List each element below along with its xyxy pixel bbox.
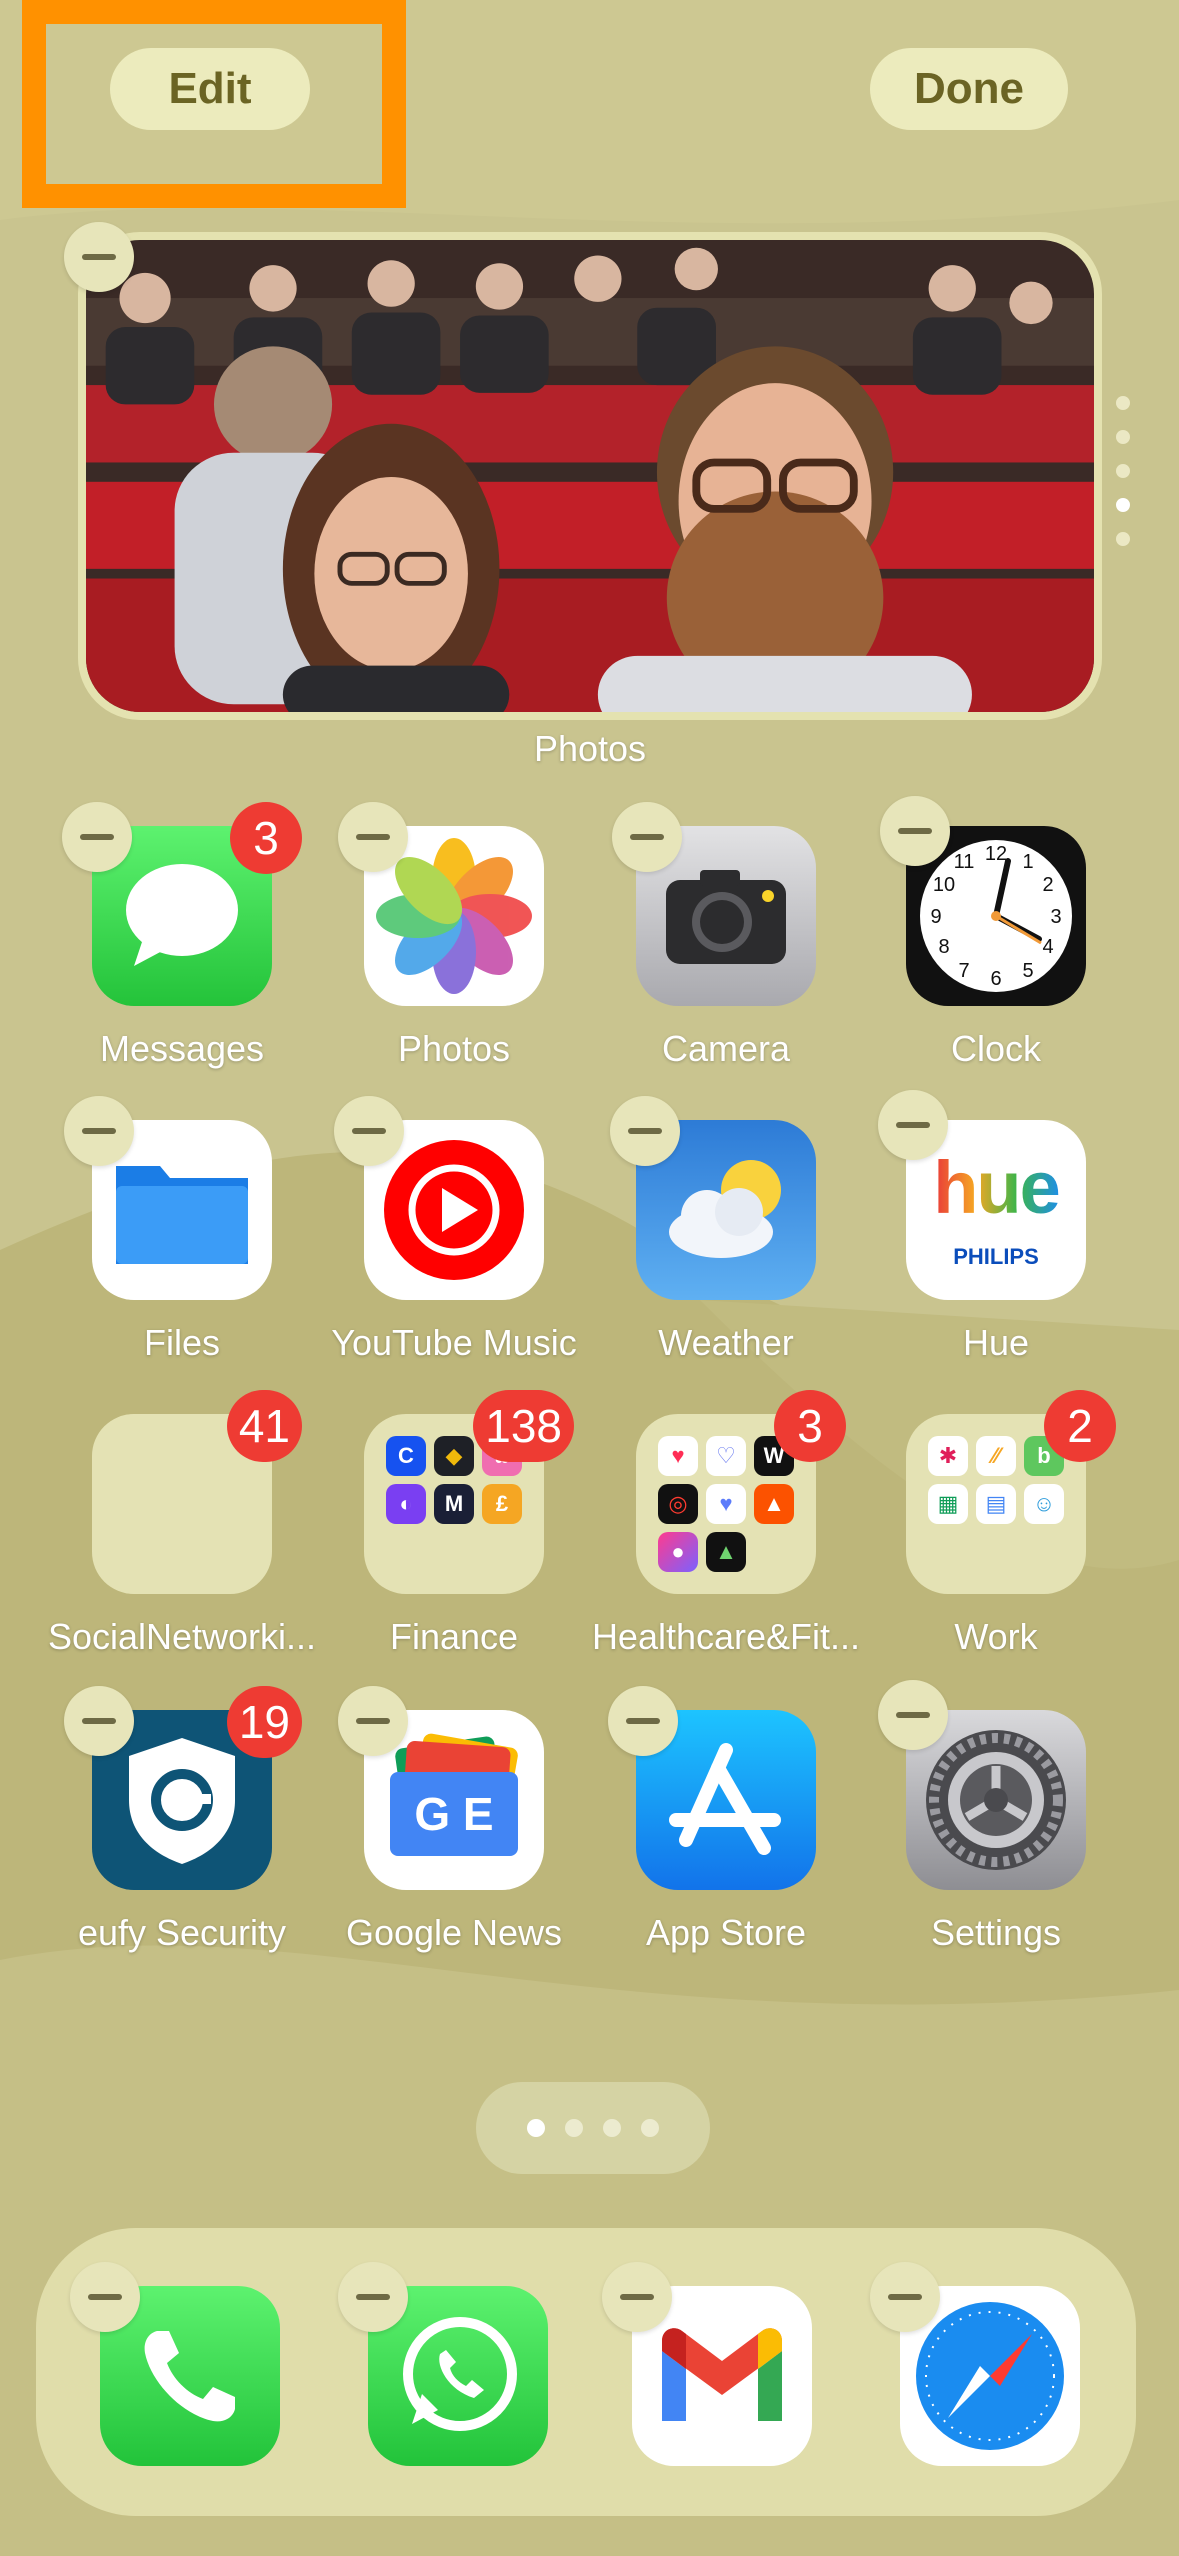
people-mini-icon: ☺ [1024, 1484, 1064, 1524]
app-weather[interactable]: Weather [610, 1096, 816, 1363]
money-mini-icon: ◐ [386, 1484, 426, 1524]
folder-social-networking[interactable]: 41 SocialNetworki... [48, 1390, 316, 1657]
sheets-mini-icon: ▦ [928, 1484, 968, 1524]
page-dot [603, 2119, 621, 2137]
hue-wordmark: hue [933, 1145, 1061, 1229]
dock-whatsapp[interactable] [338, 2262, 548, 2466]
run-mini-icon: ▲ [706, 1532, 746, 1572]
fitness-mini-icon: ● [658, 1532, 698, 1572]
activity-mini-icon: ◎ [658, 1484, 698, 1524]
widget-stack-indicator [1116, 396, 1130, 546]
clock-number: 10 [933, 874, 955, 896]
clock-number: 9 [930, 906, 941, 928]
photos-widget[interactable] [78, 232, 1102, 720]
page-dot-active [527, 2119, 545, 2137]
folder-finance[interactable]: C ◆ ✿ ◐ M £ 138 Finance [364, 1390, 574, 1657]
remove-app-button[interactable] [610, 1096, 680, 1166]
app-settings[interactable]: Settings [878, 1680, 1086, 1953]
remove-app-button[interactable] [338, 2262, 408, 2332]
clock-number: 11 [954, 851, 975, 873]
dock-phone[interactable] [70, 2262, 280, 2466]
strava-mini-icon: ▲ [754, 1484, 794, 1524]
coinbase-mini-icon: C [386, 1436, 426, 1476]
remove-app-button[interactable] [870, 2262, 940, 2332]
remove-app-button[interactable] [338, 1686, 408, 1756]
clock-number: 12 [985, 843, 1007, 865]
stack-dot-active [1116, 498, 1130, 512]
app-eufy-security[interactable]: 19 eufy Security [64, 1686, 302, 1953]
stack-dot [1116, 464, 1130, 478]
remove-app-button[interactable] [62, 802, 132, 872]
pound-mini-icon: £ [482, 1484, 522, 1524]
clock-number: 2 [1042, 874, 1053, 896]
photo-image [86, 240, 1094, 712]
notification-badge: 19 [226, 1686, 302, 1758]
app-youtube-music[interactable]: YouTube Music [331, 1096, 577, 1363]
folder-healthcare-fitness[interactable]: ♥ ♡ W ◎ ♥ ▲ ● ▲ 3 Healthcare&Fit... [592, 1390, 860, 1657]
notification-badge: 41 [226, 1390, 302, 1462]
app-google-news[interactable]: G E Google News [338, 1686, 562, 1953]
widget-label: Photos [533, 728, 647, 769]
app-camera[interactable]: Camera [612, 802, 816, 1069]
notification-badge: 3 [230, 802, 302, 874]
clock-number: 8 [938, 936, 949, 958]
stack-dot [1116, 532, 1130, 546]
page-indicator[interactable] [476, 2082, 710, 2174]
app-label: Settings [930, 1912, 1062, 1953]
clock-number: 3 [1050, 906, 1061, 928]
heart2-mini-icon: ♥ [706, 1484, 746, 1524]
notification-badge: 138 [473, 1390, 574, 1462]
binance-mini-icon: ◆ [434, 1436, 474, 1476]
dock-gmail[interactable] [602, 2262, 812, 2466]
remove-widget-button[interactable] [64, 222, 134, 292]
stack-dot [1116, 396, 1130, 410]
health-mini-icon: ♥ [658, 1436, 698, 1476]
notification-badge: 2 [1044, 1390, 1116, 1462]
app-label: Work [954, 1616, 1038, 1657]
clock-number: 7 [958, 960, 969, 982]
remove-app-button[interactable] [878, 1680, 948, 1750]
google-news-text: G E [390, 1772, 518, 1856]
app-label: Hue [962, 1322, 1030, 1363]
remove-app-button[interactable] [608, 1686, 678, 1756]
stack-dot [1116, 430, 1130, 444]
remove-app-button[interactable] [334, 1096, 404, 1166]
monday-mini-icon: ⁄⁄ [976, 1436, 1016, 1476]
remove-app-button[interactable] [338, 802, 408, 872]
folder-work[interactable]: ✱ ⁄⁄ b ▦ ▤ ☺ 2 Work [906, 1390, 1116, 1657]
notification-badge: 3 [774, 1390, 846, 1462]
app-photos[interactable]: Photos [338, 802, 544, 1069]
app-app-store[interactable]: App Store [608, 1686, 816, 1953]
app-files[interactable]: Files [64, 1096, 272, 1363]
app-messages[interactable]: 3 Messages [62, 802, 302, 1069]
clock-number: 4 [1042, 936, 1053, 958]
done-button[interactable]: Done [870, 48, 1068, 130]
app-label: Clock [950, 1028, 1042, 1069]
docs-mini-icon: ▤ [976, 1484, 1016, 1524]
slack-mini-icon: ✱ [928, 1436, 968, 1476]
philips-brand: PHILIPS [953, 1243, 1039, 1269]
remove-app-button[interactable] [64, 1686, 134, 1756]
monzo-mini-icon: M [434, 1484, 474, 1524]
remove-app-button[interactable] [878, 1090, 948, 1160]
app-clock[interactable]: 12 1 2 3 4 5 6 7 8 9 10 11 Clock [880, 796, 1086, 1069]
page-dot [565, 2119, 583, 2137]
page-dot [641, 2119, 659, 2137]
remove-app-button[interactable] [602, 2262, 672, 2332]
heart-mini-icon: ♡ [706, 1436, 746, 1476]
remove-app-button[interactable] [612, 802, 682, 872]
edit-button-highlight [22, 0, 406, 208]
dock-safari[interactable] [870, 2262, 1080, 2466]
clock-number: 5 [1022, 960, 1033, 982]
app-hue[interactable]: hue PHILIPS Hue [878, 1090, 1086, 1363]
remove-app-button[interactable] [64, 1096, 134, 1166]
clock-number: 1 [1022, 851, 1033, 873]
remove-app-button[interactable] [70, 2262, 140, 2332]
remove-app-button[interactable] [880, 796, 950, 866]
clock-number: 6 [990, 968, 1001, 990]
